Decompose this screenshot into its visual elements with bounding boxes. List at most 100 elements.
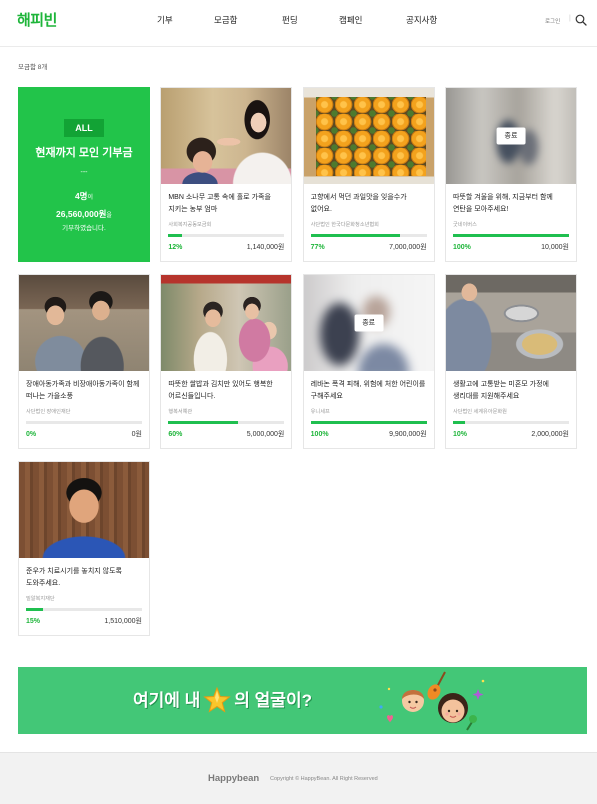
nav-item-donation[interactable]: 기부: [157, 14, 173, 26]
raised-amount: 0원: [131, 431, 142, 438]
fundraiser-thumbnail[interactable]: [445, 275, 576, 371]
progress-percent: 77%: [310, 244, 325, 251]
organization-name: 유니세프: [310, 409, 330, 415]
progress-fill: [452, 421, 465, 424]
progress-bar: [310, 234, 427, 237]
ended-badge: 종료: [354, 314, 384, 332]
fundraiser-title[interactable]: 고향에서 먹던 과일맛을 잊을수가 없어요.: [311, 192, 427, 216]
banner-text-after: 의 얼굴이?: [234, 691, 312, 710]
fundraiser-card[interactable]: 생활고에 고통받는 미혼모 가정에 생리대를 지원해주세요 사단법인 세계유아문…: [444, 274, 577, 449]
total-line: 26,560,000원을: [56, 207, 112, 222]
nav-item-fundraisers[interactable]: 모금함: [214, 14, 237, 26]
fundraiser-title[interactable]: 레바논 폭격 피해, 위험에 처한 어린이를 구해주세요: [311, 379, 427, 403]
guitar-icon: [427, 671, 446, 700]
donor-line: 4명이: [75, 189, 93, 204]
donor-suffix: 이: [87, 195, 94, 201]
fundraiser-stats: 15% 1,510,000원: [26, 617, 142, 627]
fundraiser-title[interactable]: 장애아동가족과 비장애아동가족이 함께 떠나는 가을소풍: [26, 379, 142, 403]
fundraiser-card[interactable]: 장애아동가족과 비장애아동가족이 함께 떠나는 가을소풍 사단법인 장애인재단 …: [18, 274, 150, 449]
site-header: 해피빈 기부 모금함 펀딩 캠페인 공지사항 로그인 |: [0, 0, 597, 47]
progress-bar: [168, 421, 285, 424]
banner-illustration: [373, 667, 493, 734]
microphone-icon: [466, 715, 477, 731]
fundraiser-thumbnail[interactable]: 종료: [303, 275, 434, 371]
progress-percent: 10%: [452, 431, 467, 438]
fundraiser-title[interactable]: 준우가 치료시기를 놓치지 않도록 도와주세요.: [26, 566, 142, 590]
fundraiser-thumbnail[interactable]: [19, 462, 149, 558]
fundraiser-card[interactable]: MBN 소나무 고통 속에 홀로 가족을 지키는 농부 엄마 사회복지공동모금회…: [160, 87, 293, 262]
happybean-logo[interactable]: 해피빈: [17, 9, 57, 30]
fundraiser-stats: 100% 10,000원: [453, 243, 569, 253]
fundraiser-title[interactable]: 생활고에 고통받는 미혼모 가정에 생리대를 지원해주세요: [453, 379, 569, 403]
progress-bar: [168, 234, 285, 237]
donor-count: 4명: [74, 191, 88, 201]
fundraiser-thumbnail[interactable]: [303, 88, 434, 184]
fundraiser-count: 모금함 8개: [18, 64, 48, 71]
progress-fill: [168, 421, 238, 424]
raised-amount: 1,510,000원: [104, 618, 142, 625]
fundraiser-stats: 77% 7,000,000원: [311, 243, 427, 253]
summary-divider: ---: [80, 169, 88, 176]
fundraiser-title[interactable]: MBN 소나무 고통 속에 홀로 가족을 지키는 농부 엄마: [168, 192, 284, 216]
fundraiser-card-body: 따뜻한 쌀밥과 김치만 있어도 행복한 어르신들입니다. 행복서예관 60% 5…: [161, 371, 291, 440]
fundraiser-card-body: 생활고에 고통받는 미혼모 가정에 생리대를 지원해주세요 사단법인 세계유아문…: [446, 371, 576, 440]
star-icon: [203, 687, 232, 715]
donation-summary-card: ALL 현재까지 모인 기부금 --- 4명이 26,560,000원을 기부하…: [18, 87, 150, 262]
fundraiser-grid: ALL 현재까지 모인 기부금 --- 4명이 26,560,000원을 기부하…: [18, 87, 577, 636]
progress-bar: [26, 421, 142, 424]
progress-fill: [310, 421, 427, 424]
banner-text-before: 여기에 내: [133, 691, 201, 710]
nav-item-notice[interactable]: 공지사항: [406, 14, 437, 26]
progress-percent: 15%: [26, 618, 41, 625]
fundraiser-thumbnail[interactable]: [161, 275, 292, 371]
progress-percent: 12%: [168, 244, 183, 251]
fundraiser-card[interactable]: 종료 레바논 폭격 피해, 위험에 처한 어린이를 구해주세요 유니세프 100…: [302, 274, 435, 449]
fundraiser-stats: 60% 5,000,000원: [168, 430, 284, 440]
fundraiser-card-body: 장애아동가족과 비장애아동가족이 함께 떠나는 가을소풍 사단법인 장애인재단 …: [19, 371, 149, 440]
raised-amount: 10,000원: [541, 244, 569, 251]
fundraiser-thumbnail[interactable]: [161, 88, 292, 184]
progress-bar: [26, 608, 142, 611]
fundraiser-card-body: 따뜻할 겨울을 위해, 지금부터 함께 연탄을 모아주세요! 굿네이버스 100…: [446, 184, 576, 253]
promo-banner[interactable]: 여기에 내 의 얼굴이?: [18, 667, 587, 734]
footer-logo[interactable]: Happybean: [208, 773, 259, 784]
login-link[interactable]: 로그인: [545, 17, 560, 25]
fundraiser-card[interactable]: 고향에서 먹던 과일맛을 잊을수가 없어요. 사단법인 한국다문화청소년협회 7…: [302, 87, 435, 262]
fundraiser-thumbnail[interactable]: [19, 275, 149, 371]
ended-badge: 종료: [496, 127, 526, 145]
raised-amount: 5,000,000원: [246, 431, 285, 438]
nav-item-funding[interactable]: 펀딩: [282, 14, 298, 26]
fundraiser-thumbnail[interactable]: 종료: [445, 88, 576, 184]
progress-percent: 60%: [168, 431, 183, 438]
summary-title: 현재까지 모인 기부금: [35, 147, 133, 159]
organization-name: 행복서예관: [168, 409, 193, 415]
total-suffix: 을: [106, 213, 112, 219]
copyright-text: Copyright © HappyBean. All Right Reserve…: [270, 776, 378, 782]
fundraiser-card-body: MBN 소나무 고통 속에 홀로 가족을 지키는 농부 엄마 사회복지공동모금회…: [161, 184, 291, 253]
progress-fill: [310, 234, 400, 237]
progress-bar: [310, 421, 427, 424]
progress-fill: [168, 234, 183, 237]
search-button[interactable]: [575, 14, 587, 26]
organization-name: 사단법인 한국다문화청소년협회: [310, 222, 379, 228]
nav-item-campaign[interactable]: 캠페인: [339, 14, 362, 26]
character-boy: [402, 690, 424, 712]
raised-amount: 7,000,000원: [389, 244, 427, 251]
fundraiser-card[interactable]: 따뜻한 쌀밥과 김치만 있어도 행복한 어르신들입니다. 행복서예관 60% 5…: [160, 274, 293, 449]
fundraiser-card[interactable]: 종료 따뜻할 겨울을 위해, 지금부터 함께 연탄을 모아주세요! 굿네이버스 …: [444, 87, 577, 262]
progress-percent: 100%: [310, 431, 329, 438]
organization-name: 사회복지공동모금회: [168, 222, 212, 228]
raised-amount: 2,000,000원: [531, 431, 569, 438]
progress-bar: [452, 421, 569, 424]
fundraiser-card-body: 준우가 치료시기를 놓치지 않도록 도와주세요. 밀알복지재단 15% 1,51…: [19, 558, 149, 627]
raised-amount: 1,140,000원: [246, 244, 285, 251]
fundraiser-stats: 100% 9,900,000원: [311, 430, 427, 440]
fundraiser-card-body: 레바논 폭격 피해, 위험에 처한 어린이를 구해주세요 유니세프 100% 9…: [304, 371, 434, 440]
fundraiser-card[interactable]: 준우가 치료시기를 놓치지 않도록 도와주세요. 밀알복지재단 15% 1,51…: [18, 461, 150, 636]
banner-headline: 여기에 내 의 얼굴이?: [133, 687, 312, 715]
fundraiser-title[interactable]: 따뜻할 겨울을 위해, 지금부터 함께 연탄을 모아주세요!: [453, 192, 569, 216]
progress-fill: [452, 234, 569, 237]
fundraiser-title[interactable]: 따뜻한 쌀밥과 김치만 있어도 행복한 어르신들입니다.: [168, 379, 284, 403]
heart-icon: [387, 715, 393, 723]
organization-name: 사단법인 장애인재단: [26, 409, 71, 415]
